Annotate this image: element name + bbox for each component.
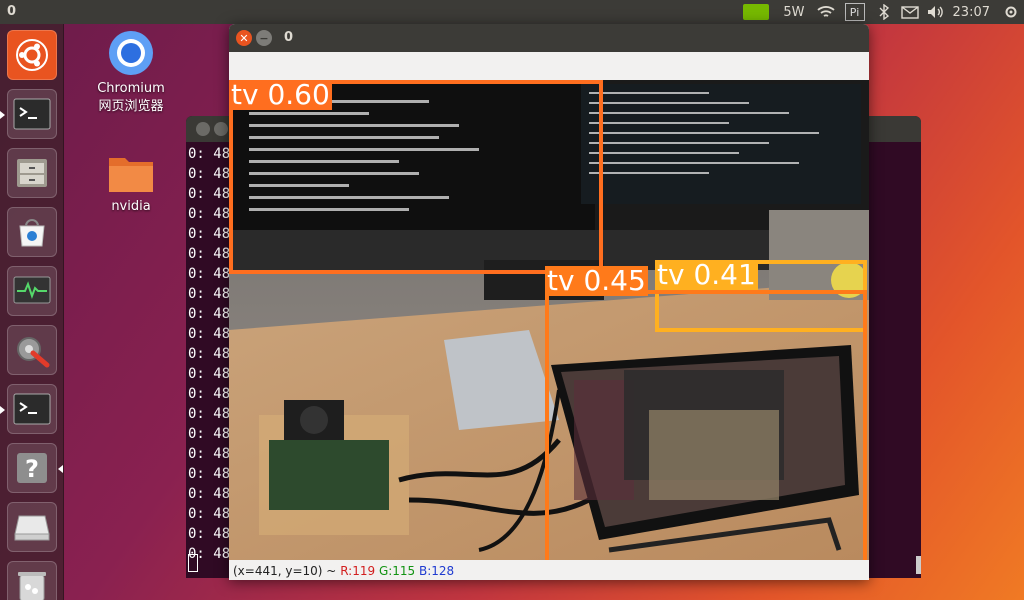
- terminal-line: 0: 48: [188, 406, 231, 422]
- minimize-button[interactable]: −: [256, 30, 272, 46]
- scrollbar[interactable]: [916, 556, 921, 574]
- files-icon[interactable]: [7, 148, 57, 198]
- active-window-title: 0: [7, 4, 17, 19]
- pixel-green: G:115: [378, 564, 416, 578]
- terminal-line: 0: 48: [188, 306, 231, 322]
- bluetooth-icon[interactable]: [871, 0, 897, 24]
- close-icon[interactable]: [196, 122, 210, 136]
- desktop-icon-label: Chromium: [97, 81, 165, 96]
- image-viewer-window[interactable]: ✕ − 0 tv 0.60 tv 0.41 tv 0.45 (x=441, y=…: [229, 24, 869, 580]
- terminal-line: 0: 48: [188, 366, 231, 382]
- terminal-cursor: [188, 554, 198, 572]
- terminal-line: 0: 48: [188, 186, 231, 202]
- terminal-output: 0: 48 0: 48 0: 48 0: 48 0: 48 0: 48 0: 48 0: 48…: [188, 144, 230, 564]
- power-gear-icon[interactable]: [998, 0, 1024, 24]
- terminal-line: 0: 48: [188, 526, 231, 542]
- desktop-icon-nvidia[interactable]: nvidia: [86, 152, 176, 216]
- camera-frame[interactable]: tv 0.60 tv 0.41 tv 0.45: [229, 80, 869, 560]
- help-icon[interactable]: ?: [7, 443, 57, 493]
- terminal-line: 0: 48: [188, 326, 231, 342]
- terminal-line: 0: 48: [188, 446, 231, 462]
- system-monitor-icon[interactable]: [7, 266, 57, 316]
- ubuntu-logo-icon[interactable]: [7, 30, 57, 80]
- terminal-line: 0: 48: [188, 226, 231, 242]
- pixel-red: R:119: [340, 564, 376, 578]
- software-center-icon[interactable]: [7, 207, 57, 257]
- terminal-line: 0: 48: [188, 426, 231, 442]
- top-panel: 0 5W Pi 23:07: [0, 0, 1024, 24]
- pixel-coords: (x=441, y=10) ~: [233, 564, 337, 578]
- chromium-icon: [109, 31, 153, 75]
- terminal-line: 0: 48: [188, 146, 231, 162]
- system-tray: 5W Pi 23:07: [737, 0, 1024, 24]
- terminal-line: 0: 48: [188, 386, 231, 402]
- launcher: ?: [0, 24, 64, 600]
- desktop-icon-label: nvidia: [111, 199, 151, 214]
- terminal-line: 0: 48: [188, 506, 231, 522]
- terminal-line: 0: 48: [188, 466, 231, 482]
- terminal-line: 0: 48: [188, 346, 231, 362]
- wifi-icon[interactable]: [813, 0, 839, 24]
- power-mode-indicator[interactable]: 5W: [775, 0, 812, 24]
- detection-label: tv 0.45: [545, 264, 648, 297]
- drive-icon[interactable]: [7, 502, 57, 552]
- detection-label: tv 0.60: [229, 80, 332, 111]
- svg-text:?: ?: [25, 455, 39, 483]
- status-bar: (x=441, y=10) ~ R:119 G:115 B:128: [229, 561, 869, 580]
- viewer-titlebar[interactable]: ✕ − 0: [229, 24, 869, 52]
- clock[interactable]: 23:07: [949, 0, 998, 24]
- minimize-icon[interactable]: [214, 122, 228, 136]
- terminal-line: 0: 48: [188, 206, 231, 222]
- detection-label: tv 0.41: [655, 258, 758, 291]
- mail-icon[interactable]: [897, 0, 923, 24]
- volume-icon[interactable]: [923, 0, 949, 24]
- terminal-line: 0: 48: [188, 286, 231, 302]
- folder-icon: [109, 158, 153, 192]
- trash-icon[interactable]: [7, 561, 57, 600]
- terminal-line: 0: 48: [188, 246, 231, 262]
- nvidia-icon[interactable]: [743, 4, 770, 20]
- pixel-blue: B:128: [419, 564, 455, 578]
- terminal-line: 0: 48: [188, 486, 231, 502]
- terminal-line: 0: 48: [188, 166, 231, 182]
- terminal-icon[interactable]: [7, 89, 57, 139]
- pi-indicator[interactable]: Pi: [844, 3, 865, 21]
- detection-box: [545, 290, 867, 560]
- desktop-icon-label: 网页浏览器: [98, 99, 164, 114]
- terminal-line: 0: 48: [188, 266, 231, 282]
- settings-icon[interactable]: [7, 325, 57, 375]
- terminal-icon[interactable]: [7, 384, 57, 434]
- viewer-title: 0: [284, 30, 294, 45]
- close-button[interactable]: ✕: [236, 30, 252, 46]
- desktop-icon-chromium[interactable]: Chromium 网页浏览器: [86, 30, 176, 116]
